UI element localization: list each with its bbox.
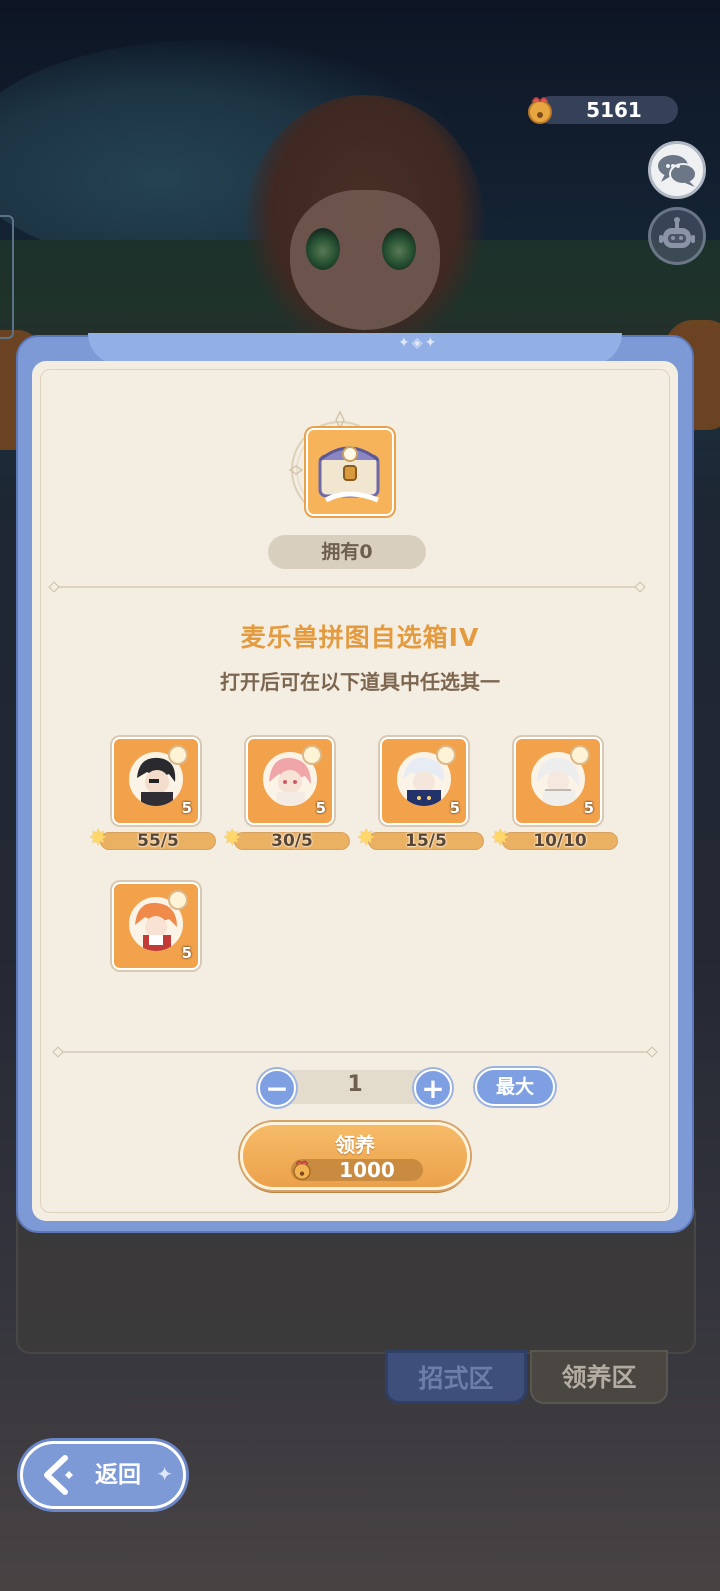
item-card: 5 <box>246 737 334 825</box>
item-progress-bar: ✸ 30/5 <box>223 827 350 851</box>
robot-button[interactable] <box>648 207 706 265</box>
item-count: 5 <box>181 799 192 817</box>
option-item-5[interactable]: 5 <box>112 882 200 970</box>
adopt-button[interactable]: 领养 1000 <box>240 1122 470 1190</box>
owned-count: 拥有0 <box>268 535 426 569</box>
max-button[interactable]: 最大 <box>475 1068 555 1106</box>
puzzle-piece-icon <box>570 745 590 765</box>
puzzle-piece-icon <box>302 745 322 765</box>
option-item-4[interactable]: 5 <box>514 737 602 825</box>
back-label: 返回 <box>95 1462 141 1488</box>
currency-value: 5161 <box>586 98 642 122</box>
cost-display: 1000 <box>291 1158 423 1182</box>
robot-icon <box>659 217 695 248</box>
increase-button[interactable]: + <box>414 1069 452 1107</box>
tab-adopt[interactable]: 领养区 <box>530 1350 668 1404</box>
item-card: 5 <box>380 737 468 825</box>
item-card: 5 <box>514 737 602 825</box>
item-title: 麦乐兽拼图自选箱IV <box>240 623 480 652</box>
decrease-button[interactable]: − <box>258 1069 296 1107</box>
option-item-3[interactable]: 5 <box>380 737 468 825</box>
puzzle-piece-icon <box>436 745 456 765</box>
option-item-1[interactable]: 5 <box>112 737 200 825</box>
back-button[interactable]: 返回 ✦ <box>20 1441 186 1509</box>
item-progress-text: 30/5 <box>271 831 313 851</box>
treasure-chest-item <box>306 428 394 516</box>
tab-moves[interactable]: 招式区 <box>385 1350 527 1404</box>
item-card: 5 <box>112 737 200 825</box>
adopt-label: 领养 <box>335 1133 375 1157</box>
puzzle-piece-icon <box>168 745 188 765</box>
item-count: 5 <box>449 799 460 817</box>
puzzle-piece-icon <box>168 890 188 910</box>
chat-bubbles-icon <box>658 155 697 187</box>
item-progress-bar: ✸ 55/5 <box>89 827 216 851</box>
quantity-value[interactable]: 1 <box>330 1072 380 1097</box>
treasure-chest-icon <box>318 446 380 503</box>
option-item-2[interactable]: 5 <box>246 737 334 825</box>
chat-button[interactable] <box>648 141 706 199</box>
currency-display: 5161 <box>528 96 678 124</box>
item-progress-bar: ✸ 10/10 <box>491 827 618 851</box>
item-count: 5 <box>583 799 594 817</box>
divider-top <box>58 586 636 588</box>
item-count: 5 <box>315 799 326 817</box>
back-arrow-icon <box>44 1455 73 1495</box>
sparkle-icon: ✦ <box>156 1462 173 1486</box>
item-progress-bar: ✸ 15/5 <box>357 827 484 851</box>
diamond-ornament-icon: ✦◈✦ <box>398 335 439 351</box>
item-count: 5 <box>181 944 192 962</box>
item-progress-text: 55/5 <box>137 831 179 851</box>
left-edge-tab[interactable] <box>0 215 14 339</box>
item-description: 打开后可在以下道具中任选其一 <box>220 670 500 694</box>
divider-bottom <box>62 1051 648 1053</box>
item-card: 5 <box>112 882 200 970</box>
cost-value: 1000 <box>339 1158 395 1182</box>
item-progress-text: 15/5 <box>405 831 447 851</box>
item-progress-text: 10/10 <box>533 831 587 851</box>
